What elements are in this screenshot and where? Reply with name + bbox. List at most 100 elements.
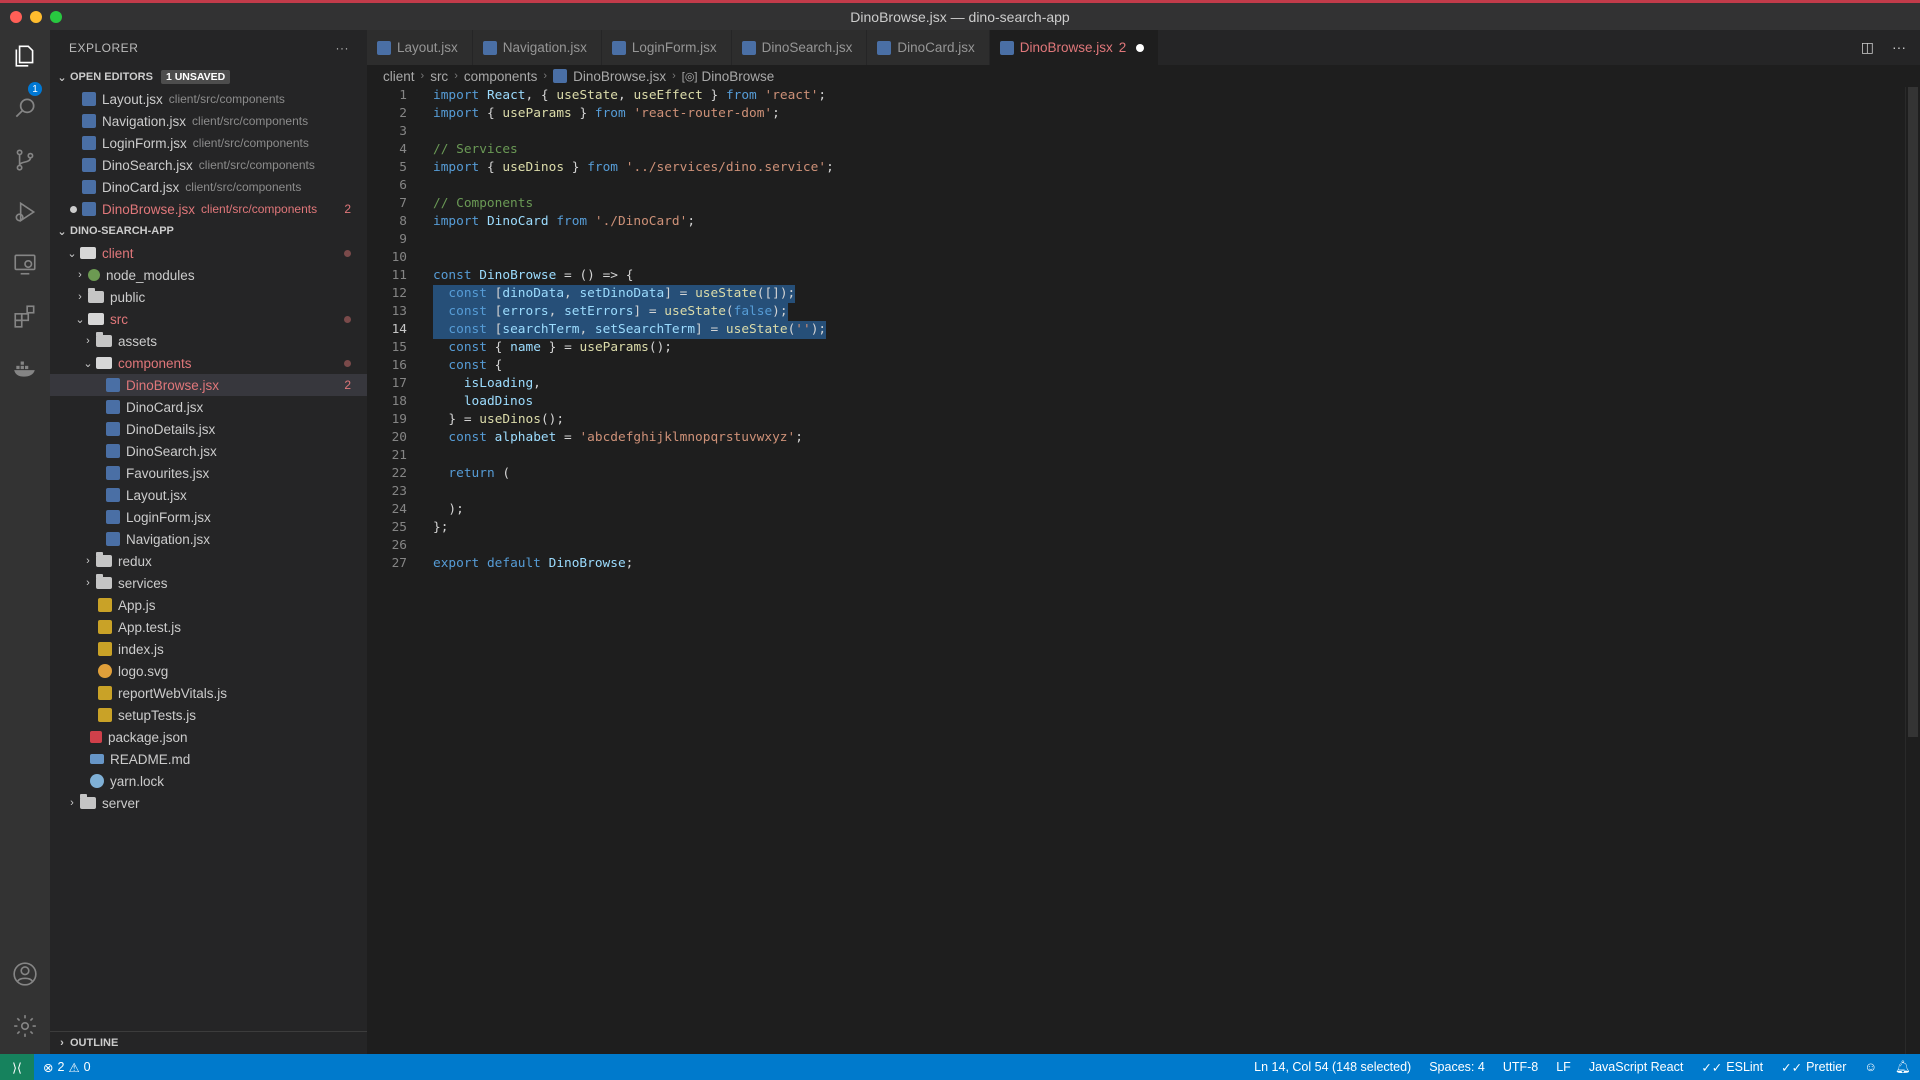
tree-folder-redux[interactable]: › redux (50, 550, 367, 572)
docker-icon[interactable] (11, 354, 39, 382)
encoding[interactable]: UTF-8 (1494, 1060, 1547, 1074)
tab-navigation[interactable]: Navigation.jsx (472, 30, 602, 65)
minimize-window-button[interactable] (30, 11, 42, 23)
code-line[interactable]: 10 (367, 249, 1920, 267)
code-line[interactable]: 2 import { useParams } from 'react-router… (367, 105, 1920, 123)
tree-file-dinobrowse[interactable]: DinoBrowse.jsx 2 (50, 374, 367, 396)
code-line[interactable]: 6 (367, 177, 1920, 195)
unsaved-dot-icon[interactable] (1136, 43, 1145, 52)
project-section[interactable]: ⌄ DINO-SEARCH-APP (50, 220, 367, 242)
tab-dinosearch[interactable]: DinoSearch.jsx (731, 30, 868, 65)
tree-folder-services[interactable]: › services (50, 572, 367, 594)
tree-file[interactable]: App.test.js (50, 616, 367, 638)
code-line[interactable]: 25}; (367, 519, 1920, 537)
editor-scrollbar[interactable] (1905, 87, 1920, 1054)
code-line[interactable]: 19 } = useDinos(); (367, 411, 1920, 429)
tree-file[interactable]: reportWebVitals.js (50, 682, 367, 704)
code-line[interactable]: 1 import React, { useState, useEffect } f… (367, 87, 1920, 105)
more-actions-icon[interactable]: ··· (1892, 39, 1906, 56)
open-editor-item-active[interactable]: DinoBrowse.jsx client/src/components 2 (50, 198, 367, 220)
prettier-status[interactable]: ✓✓ Prettier (1772, 1060, 1855, 1075)
code-line[interactable]: 18 loadDinos (367, 393, 1920, 411)
code-line[interactable]: 20 const alphabet = 'abcdefghijklmnopqrs… (367, 429, 1920, 447)
line-ending[interactable]: LF (1547, 1060, 1580, 1074)
open-editor-item[interactable]: Navigation.jsx client/src/components (50, 110, 367, 132)
tree-file[interactable]: DinoCard.jsx (50, 396, 367, 418)
tree-file[interactable]: package.json (50, 726, 367, 748)
tree-file[interactable]: index.js (50, 638, 367, 660)
tree-file[interactable]: App.js (50, 594, 367, 616)
extensions-icon[interactable] (11, 302, 39, 330)
code-line[interactable]: 7 // Components (367, 195, 1920, 213)
open-editors-section[interactable]: ⌄ OPEN EDITORS 1 UNSAVED (50, 66, 367, 88)
code-line[interactable]: 4 // Services (367, 141, 1920, 159)
code-line[interactable]: 5 import { useDinos } from '../services/d… (367, 159, 1920, 177)
close-window-button[interactable] (10, 11, 22, 23)
tree-file[interactable]: Favourites.jsx (50, 462, 367, 484)
code-line[interactable]: 12 const [dinoData, setDinoData] = useSt… (367, 285, 1920, 303)
scrollbar-thumb[interactable] (1908, 87, 1918, 737)
language-mode[interactable]: JavaScript React (1580, 1060, 1692, 1074)
code-line[interactable]: 11 const DinoBrowse = () => { (367, 267, 1920, 285)
breadcrumb-item[interactable]: DinoBrowse.jsx (573, 69, 666, 84)
breadcrumb-item[interactable]: client (383, 69, 415, 84)
remote-explorer-icon[interactable] (11, 250, 39, 278)
tree-file[interactable]: README.md (50, 748, 367, 770)
code-line[interactable]: 23 (367, 483, 1920, 501)
code-line[interactable]: 26 (367, 537, 1920, 555)
unsaved-dot-icon[interactable] (70, 205, 77, 213)
tree-folder-node-modules[interactable]: › node_modules (50, 264, 367, 286)
source-control-icon[interactable] (11, 146, 39, 174)
settings-gear-icon[interactable] (11, 1012, 39, 1040)
tree-file[interactable]: DinoSearch.jsx (50, 440, 367, 462)
notifications-bell-icon[interactable]: 🔔︎ (1886, 1060, 1920, 1075)
feedback-icon[interactable]: ☺ (1855, 1060, 1886, 1074)
tree-file[interactable]: DinoDetails.jsx (50, 418, 367, 440)
breadcrumb-item[interactable]: src (430, 69, 448, 84)
tab-dinobrowse[interactable]: DinoBrowse.jsx 2 (989, 30, 1160, 65)
tab-loginform[interactable]: LoginForm.jsx (601, 30, 732, 65)
split-editor-icon[interactable]: ◫ (1861, 39, 1874, 56)
cursor-position[interactable]: Ln 14, Col 54 (148 selected) (1245, 1060, 1420, 1074)
tree-folder-src[interactable]: ⌄ src (50, 308, 367, 330)
eslint-status[interactable]: ✓✓ ESLint (1692, 1060, 1772, 1075)
explorer-more-button[interactable]: ··· (336, 41, 350, 55)
tree-folder-public[interactable]: › public (50, 286, 367, 308)
tree-folder-components[interactable]: ⌄ components (50, 352, 367, 374)
open-editor-item[interactable]: DinoCard.jsx client/src/components (50, 176, 367, 198)
code-line[interactable]: 24 ); (367, 501, 1920, 519)
tab-dinocard[interactable]: DinoCard.jsx (867, 30, 990, 65)
tree-file[interactable]: logo.svg (50, 660, 367, 682)
tree-file[interactable]: Navigation.jsx (50, 528, 367, 550)
outline-section[interactable]: › OUTLINE (50, 1031, 367, 1054)
breadcrumb-item[interactable]: DinoBrowse (702, 69, 775, 84)
indentation[interactable]: Spaces: 4 (1420, 1060, 1494, 1074)
tree-file[interactable]: yarn.lock (50, 770, 367, 792)
code-line[interactable]: 3 (367, 123, 1920, 141)
code-editor[interactable]: 1 import React, { useState, useEffect } f… (367, 87, 1920, 1054)
code-line[interactable]: 9 (367, 231, 1920, 249)
code-line[interactable]: 22 return ( (367, 465, 1920, 483)
tree-file[interactable]: LoginForm.jsx (50, 506, 367, 528)
breadcrumb-item[interactable]: components (464, 69, 538, 84)
files-icon[interactable] (11, 42, 39, 70)
code-line[interactable]: 27 export default DinoBrowse; (367, 555, 1920, 573)
open-editor-item[interactable]: DinoSearch.jsx client/src/components (50, 154, 367, 176)
code-line[interactable]: 15 const { name } = useParams(); (367, 339, 1920, 357)
account-icon[interactable] (11, 960, 39, 988)
code-line[interactable]: 21 (367, 447, 1920, 465)
code-line[interactable]: 14 const [searchTerm, setSearchTerm] = u… (367, 321, 1920, 339)
code-line[interactable]: 17 isLoading, (367, 375, 1920, 393)
run-debug-icon[interactable] (11, 198, 39, 226)
code-line[interactable]: 13 const [errors, setErrors] = useState(… (367, 303, 1920, 321)
tree-file[interactable]: setupTests.js (50, 704, 367, 726)
tree-folder-client[interactable]: ⌄ client (50, 242, 367, 264)
maximize-window-button[interactable] (50, 11, 62, 23)
tree-folder-assets[interactable]: › assets (50, 330, 367, 352)
problems-indicator[interactable]: ⊗ 2 ⚠ 0 (34, 1060, 100, 1075)
code-line[interactable]: 8 import DinoCard from './DinoCard'; (367, 213, 1920, 231)
tree-file[interactable]: Layout.jsx (50, 484, 367, 506)
open-editor-item[interactable]: Layout.jsx client/src/components (50, 88, 367, 110)
search-icon[interactable] (11, 94, 39, 122)
tab-layout[interactable]: Layout.jsx (367, 30, 473, 65)
